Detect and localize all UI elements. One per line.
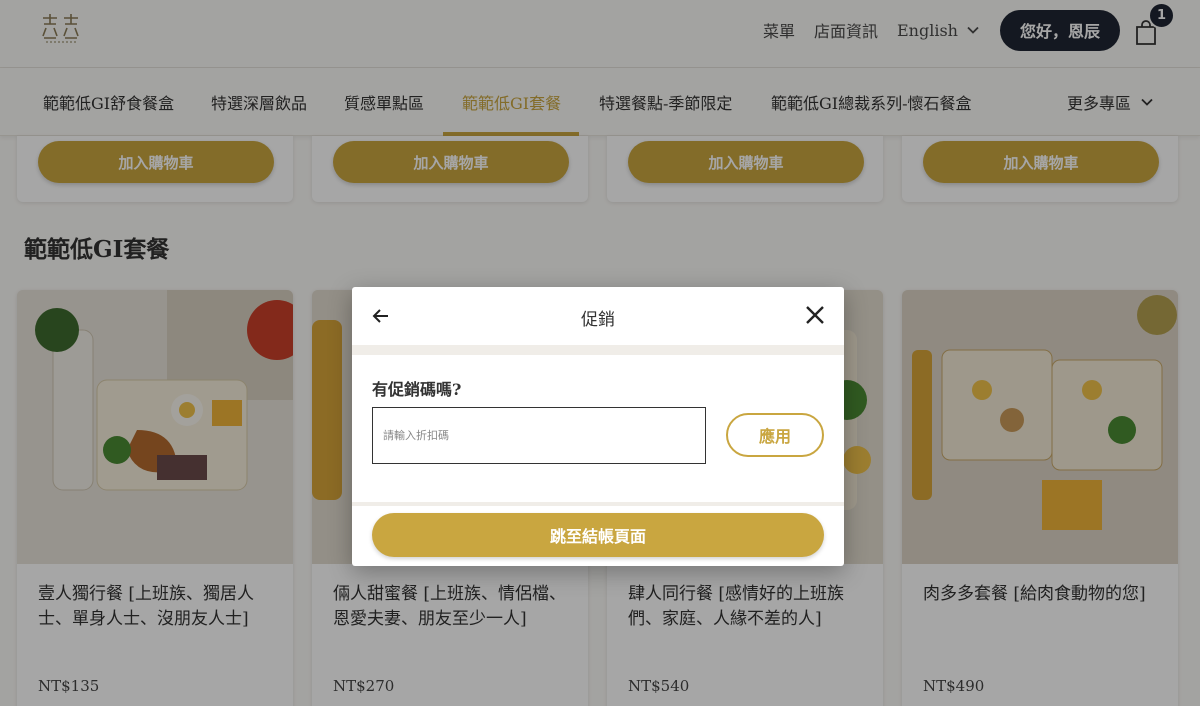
promo-code-input[interactable] — [372, 407, 706, 464]
close-icon[interactable] — [804, 304, 826, 326]
checkout-button[interactable]: 跳至結帳頁面 — [372, 513, 824, 557]
promo-question: 有促銷碼嗎? — [372, 380, 462, 399]
modal-title: 促銷 — [581, 310, 615, 330]
promo-modal: 促銷 有促銷碼嗎? 應用 跳至結帳頁面 — [352, 287, 844, 566]
apply-button[interactable]: 應用 — [726, 413, 824, 457]
